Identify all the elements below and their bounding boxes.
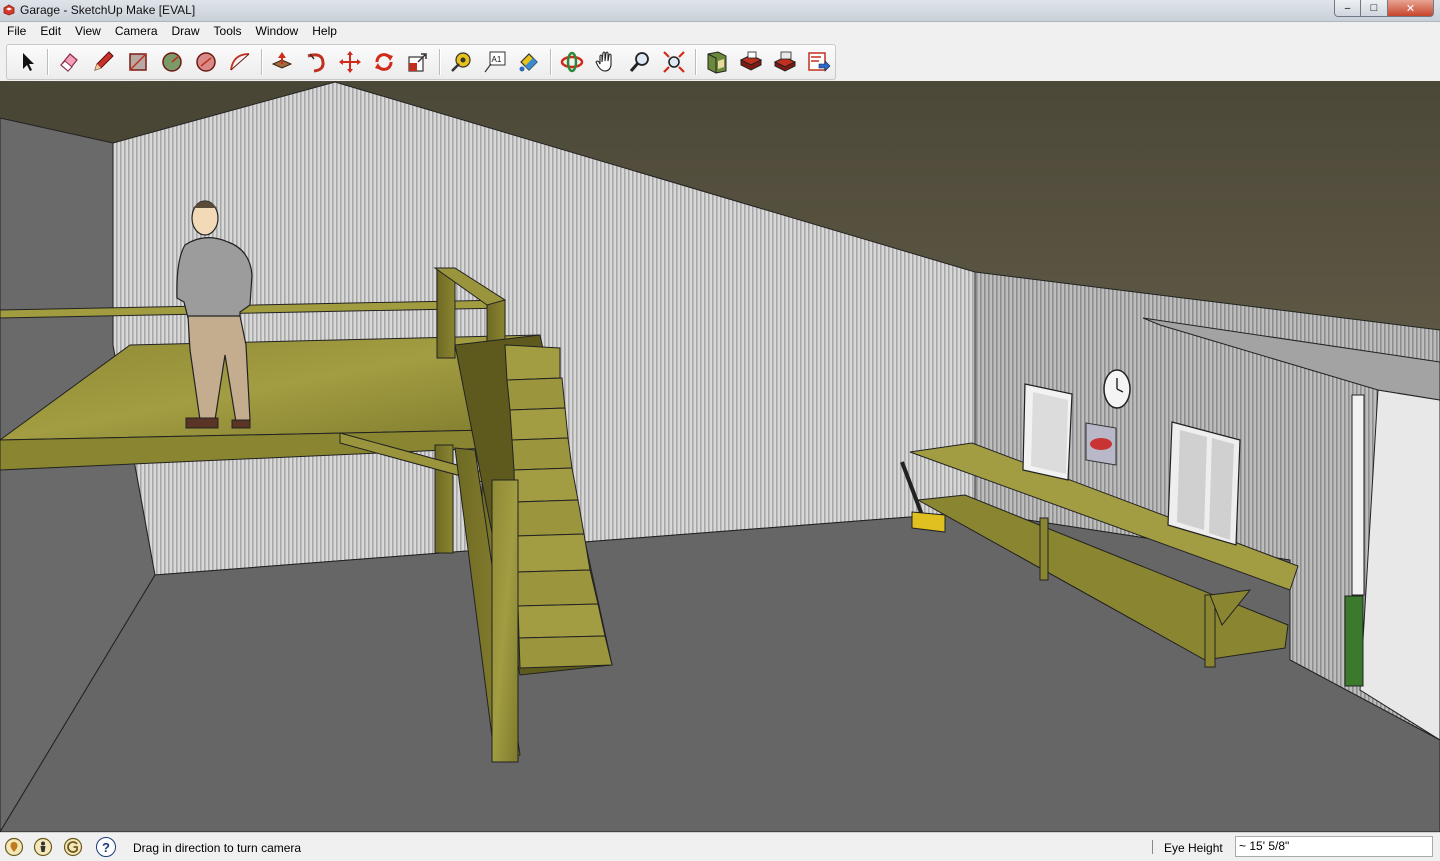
menu-window[interactable]: Window xyxy=(249,22,306,41)
rectangle-tool-button[interactable] xyxy=(125,49,151,75)
warehouse-button[interactable] xyxy=(704,49,730,75)
extension-warehouse-button[interactable] xyxy=(806,49,832,75)
push-pull-tool-icon xyxy=(271,52,293,69)
follow-me-tool-icon xyxy=(307,53,325,73)
rectangle-tool-icon xyxy=(129,53,147,71)
arc-tool-button[interactable] xyxy=(227,49,253,75)
orbit-tool-button[interactable] xyxy=(559,49,585,75)
pencil-tool-icon xyxy=(94,51,114,71)
move-tool-icon xyxy=(339,51,361,73)
eye-height-label: Eye Height xyxy=(1164,841,1223,855)
menu-help[interactable]: Help xyxy=(305,22,344,41)
instructor-help-button[interactable]: ? xyxy=(96,837,116,857)
polygon-tool-button[interactable] xyxy=(193,49,219,75)
minimize-button[interactable]: – xyxy=(1334,0,1361,17)
paint-bucket-tool-button[interactable] xyxy=(516,49,542,75)
measurements-input[interactable]: ~ 15' 5/8" xyxy=(1235,836,1433,857)
rotate-tool-icon xyxy=(375,53,393,71)
sign-in-icon[interactable] xyxy=(63,837,83,857)
extension-warehouse-icon xyxy=(808,52,831,72)
svg-text:A1: A1 xyxy=(492,55,502,64)
pencil-tool-button[interactable] xyxy=(90,49,116,75)
menu-bar: File Edit View Camera Draw Tools Window … xyxy=(0,22,1440,41)
move-tool-button[interactable] xyxy=(337,49,363,75)
text-tool-icon: A1 xyxy=(484,51,506,73)
tape-measure-tool-icon xyxy=(451,52,471,72)
menu-camera[interactable]: Camera xyxy=(108,22,165,41)
paint-bucket-tool-icon xyxy=(519,53,538,72)
arc-tool-icon xyxy=(230,53,250,71)
window-title: Garage - SketchUp Make [EVAL] xyxy=(20,3,196,17)
pan-tool-icon xyxy=(595,51,612,72)
wall-door xyxy=(1022,383,1073,481)
scale-tool-button[interactable] xyxy=(405,49,431,75)
eraser-tool-icon xyxy=(60,53,78,72)
share-model-button[interactable] xyxy=(772,49,798,75)
credits-icon[interactable] xyxy=(33,837,53,857)
toolbar: A1 xyxy=(0,41,1440,82)
wall-clock-icon xyxy=(1103,369,1131,409)
title-bar: Garage - SketchUp Make [EVAL] – □ ✕ xyxy=(0,0,1440,22)
circle-tool-icon xyxy=(162,52,182,72)
menu-draw[interactable]: Draw xyxy=(165,22,207,41)
components-button[interactable] xyxy=(738,49,764,75)
status-message: Drag in direction to turn camera xyxy=(133,841,302,855)
maximize-icon: □ xyxy=(1370,2,1378,14)
zoom-tool-button[interactable] xyxy=(627,49,653,75)
menu-edit[interactable]: Edit xyxy=(33,22,68,41)
polygon-tool-icon xyxy=(196,52,216,72)
wall-window xyxy=(1167,421,1241,546)
wall-picture xyxy=(1085,422,1117,466)
scale-tool-icon xyxy=(408,53,427,72)
push-pull-tool-button[interactable] xyxy=(269,49,295,75)
eraser-tool-button[interactable] xyxy=(56,49,82,75)
maximize-button[interactable]: □ xyxy=(1361,0,1388,17)
zoom-tool-icon xyxy=(629,52,649,72)
select-tool-icon xyxy=(23,53,34,71)
close-icon: ✕ xyxy=(1405,2,1416,15)
zoom-extents-tool-button[interactable] xyxy=(661,49,687,75)
orbit-tool-icon xyxy=(560,51,584,73)
share-model-icon xyxy=(773,51,797,72)
menu-file[interactable]: File xyxy=(0,22,33,41)
components-icon xyxy=(739,51,763,71)
tape-measure-tool-button[interactable] xyxy=(448,49,474,75)
garage-scene xyxy=(0,81,1440,832)
close-button[interactable]: ✕ xyxy=(1388,0,1434,17)
minimize-icon: – xyxy=(1344,2,1351,14)
select-tool-button[interactable] xyxy=(15,49,41,75)
circle-tool-button[interactable] xyxy=(159,49,185,75)
menu-view[interactable]: View xyxy=(68,22,108,41)
sketchup-app-icon xyxy=(3,4,15,16)
menu-tools[interactable]: Tools xyxy=(207,22,249,41)
zoom-extents-tool-icon xyxy=(663,51,685,73)
status-divider xyxy=(1152,840,1153,854)
text-tool-button[interactable]: A1 xyxy=(482,49,508,75)
status-bar: ? Drag in direction to turn camera Eye H… xyxy=(0,832,1440,861)
warehouse-icon xyxy=(707,51,727,74)
model-viewport[interactable] xyxy=(0,81,1440,832)
pan-tool-button[interactable] xyxy=(593,49,619,75)
help-icon: ? xyxy=(102,839,110,855)
window-controls: – □ ✕ xyxy=(1334,0,1434,18)
rotate-tool-button[interactable] xyxy=(371,49,397,75)
follow-me-tool-button[interactable] xyxy=(303,49,329,75)
geo-location-icon[interactable] xyxy=(4,837,24,857)
getting-started-toolbar: A1 xyxy=(6,44,836,80)
